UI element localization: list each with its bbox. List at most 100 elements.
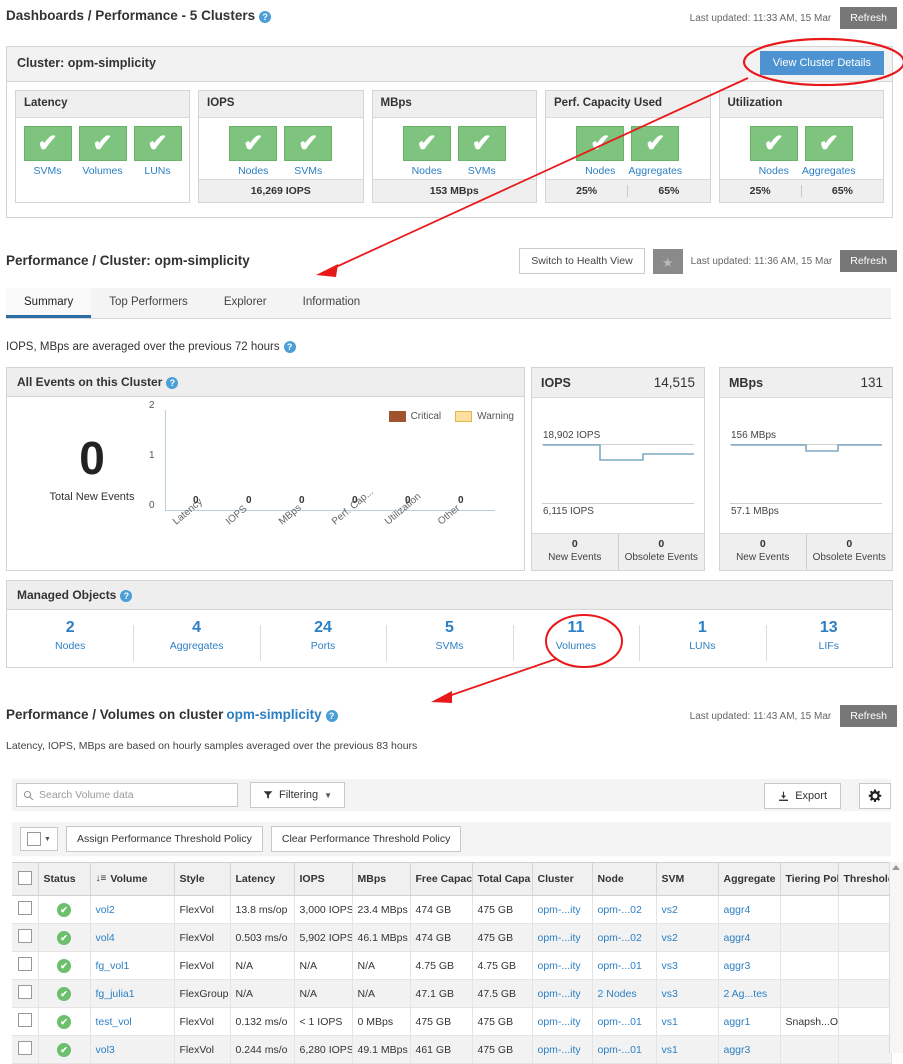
metric-indicator-label[interactable]: Nodes <box>585 165 615 177</box>
cell-volume[interactable]: fg_julia1 <box>90 979 175 1008</box>
metric-indicator-label[interactable]: Aggregates <box>628 165 682 177</box>
managed-object-count[interactable]: 13 <box>766 619 892 637</box>
cell-cluster[interactable]: opm-...ity <box>532 923 593 952</box>
cell-node[interactable]: opm-...01 <box>592 1007 657 1036</box>
managed-object-volumes[interactable]: 11 Volumes <box>512 619 639 661</box>
table-header-iops[interactable]: IOPS <box>294 863 353 896</box>
metric-indicator[interactable]: ✔ Nodes <box>399 126 454 177</box>
table-header-free-capacity[interactable]: Free Capac <box>410 863 473 896</box>
metric-indicator-label[interactable]: Nodes <box>412 165 442 177</box>
cell-aggregate[interactable]: aggr4 <box>718 923 781 952</box>
managed-object-label[interactable]: LUNs <box>639 640 765 652</box>
row-select-cell[interactable] <box>12 979 39 1008</box>
table-header-tiering-policy[interactable]: Tiering Polic <box>780 863 839 896</box>
managed-object-label[interactable]: LIFs <box>766 640 892 652</box>
managed-object-label[interactable]: Nodes <box>7 640 133 652</box>
table-header-cluster[interactable]: Cluster <box>532 863 593 896</box>
clear-threshold-policy-button[interactable]: Clear Performance Threshold Policy <box>270 826 462 852</box>
help-icon[interactable]: ? <box>120 589 133 602</box>
tab-explorer[interactable]: Explorer <box>206 288 285 318</box>
table-row[interactable]: ✔ vol2 FlexVol 13.8 ms/op 3,000 IOPS 23.4 MBp… <box>12 895 892 924</box>
managed-object-svms[interactable]: 5 SVMs <box>386 619 512 661</box>
managed-object-label[interactable]: Volumes <box>513 640 639 652</box>
cell-node[interactable]: opm-...01 <box>592 1035 657 1064</box>
switch-to-health-view-button[interactable]: Switch to Health View <box>519 248 645 274</box>
row-checkbox[interactable] <box>17 1013 32 1027</box>
table-header-total-capacity[interactable]: Total Capa <box>472 863 533 896</box>
table-row[interactable]: ✔ vol4 FlexVol 0.503 ms/o 5,902 IOPS 46.1 MBp… <box>12 923 892 952</box>
cell-cluster[interactable]: opm-...ity <box>532 895 593 924</box>
metric-indicator[interactable]: ✔ Volumes <box>75 126 130 178</box>
metric-indicator-label[interactable]: LUNs <box>144 165 170 177</box>
managed-object-count[interactable]: 1 <box>639 619 765 637</box>
metric-indicator[interactable]: ✔ Nodes <box>226 126 281 177</box>
filtering-button[interactable]: Filtering ▼ <box>250 782 346 808</box>
cell-volume[interactable]: vol3 <box>90 1035 175 1064</box>
managed-object-aggregates[interactable]: 4 Aggregates <box>133 619 259 661</box>
row-select-cell[interactable] <box>12 1007 39 1036</box>
metric-indicator-label[interactable]: Aggregates <box>802 165 856 177</box>
help-icon[interactable]: ? <box>325 710 338 723</box>
managed-object-luns[interactable]: 1 LUNs <box>639 619 765 661</box>
cell-volume[interactable]: vol2 <box>90 895 175 924</box>
metric-indicator[interactable]: ✔ Aggregates <box>628 126 683 177</box>
table-row[interactable]: ✔ fg_julia1 FlexGroup N/A N/A N/A 47.1 GB 47.5 … <box>12 979 892 1008</box>
cell-svm[interactable]: vs2 <box>656 895 719 924</box>
dashboard-refresh-button[interactable]: Refresh <box>840 7 897 29</box>
cell-node[interactable]: opm-...02 <box>592 895 657 924</box>
cell-aggregate[interactable]: aggr3 <box>718 951 781 980</box>
metric-indicator-label[interactable]: Nodes <box>759 165 789 177</box>
table-select-all-header[interactable] <box>12 863 39 896</box>
cell-svm[interactable]: vs1 <box>656 1007 719 1036</box>
row-checkbox[interactable] <box>17 929 32 943</box>
assign-threshold-policy-button[interactable]: Assign Performance Threshold Policy <box>66 826 263 852</box>
table-header-node[interactable]: Node <box>592 863 657 896</box>
cell-svm[interactable]: vs3 <box>656 951 719 980</box>
metric-indicator[interactable]: ✔ SVMs <box>454 126 509 177</box>
table-header-threshold[interactable]: Threshold <box>838 863 892 896</box>
cell-node[interactable]: opm-...02 <box>592 923 657 952</box>
scroll-up-arrow-icon[interactable] <box>892 865 900 870</box>
row-select-cell[interactable] <box>12 923 39 952</box>
tab-top-performers[interactable]: Top Performers <box>91 288 206 318</box>
metric-indicator[interactable]: ✔ Nodes <box>746 126 801 177</box>
cell-node[interactable]: opm-...01 <box>592 951 657 980</box>
table-header-style[interactable]: Style <box>174 863 231 896</box>
cell-cluster[interactable]: opm-...ity <box>532 1035 593 1064</box>
table-row[interactable]: ✔ vol3 FlexVol 0.244 ms/o 6,280 IOPS 49.1 MBp… <box>12 1035 892 1064</box>
table-scrollbar[interactable] <box>889 862 903 1053</box>
table-header-status[interactable]: Status <box>38 863 91 896</box>
row-select-cell[interactable] <box>12 895 39 924</box>
table-row[interactable]: ✔ test_vol FlexVol 0.132 ms/o < 1 IOPS 0 MBps… <box>12 1007 892 1036</box>
table-header-svm[interactable]: SVM <box>656 863 719 896</box>
metric-indicator[interactable]: ✔ Aggregates <box>801 126 856 177</box>
metric-indicator[interactable]: ✔ SVMs <box>281 126 336 177</box>
cell-svm[interactable]: vs3 <box>656 979 719 1008</box>
cell-svm[interactable]: vs1 <box>656 1035 719 1064</box>
export-button[interactable]: Export <box>764 783 841 809</box>
sort-descending-icon[interactable]: ↓≡ <box>96 873 107 884</box>
settings-button[interactable] <box>859 783 891 809</box>
table-header-aggregate[interactable]: Aggregate <box>718 863 781 896</box>
row-checkbox[interactable] <box>17 985 32 999</box>
row-select-cell[interactable] <box>12 951 39 980</box>
metric-indicator-label[interactable]: SVMs <box>294 165 322 177</box>
managed-object-count[interactable]: 2 <box>7 619 133 637</box>
managed-object-count[interactable]: 24 <box>260 619 386 637</box>
metric-indicator-label[interactable]: SVMs <box>468 165 496 177</box>
table-header-latency[interactable]: Latency <box>230 863 295 896</box>
cell-cluster[interactable]: opm-...ity <box>532 1007 593 1036</box>
cell-aggregate[interactable]: aggr3 <box>718 1035 781 1064</box>
table-header-volume[interactable]: ↓≡ Volume <box>90 863 175 896</box>
tab-information[interactable]: Information <box>285 288 379 318</box>
cell-node[interactable]: 2 Nodes <box>592 979 657 1008</box>
select-all-checkbox[interactable] <box>27 832 42 846</box>
volumes-refresh-button[interactable]: Refresh <box>840 705 897 727</box>
cell-volume[interactable]: vol4 <box>90 923 175 952</box>
cell-svm[interactable]: vs2 <box>656 923 719 952</box>
volumes-cluster-link[interactable]: opm-simplicity <box>226 707 321 722</box>
cell-volume[interactable]: fg_vol1 <box>90 951 175 980</box>
select-all-dropdown[interactable]: ▼ <box>20 827 58 851</box>
metric-indicator-label[interactable]: SVMs <box>33 165 61 177</box>
metric-indicator-label[interactable]: Volumes <box>82 165 122 177</box>
